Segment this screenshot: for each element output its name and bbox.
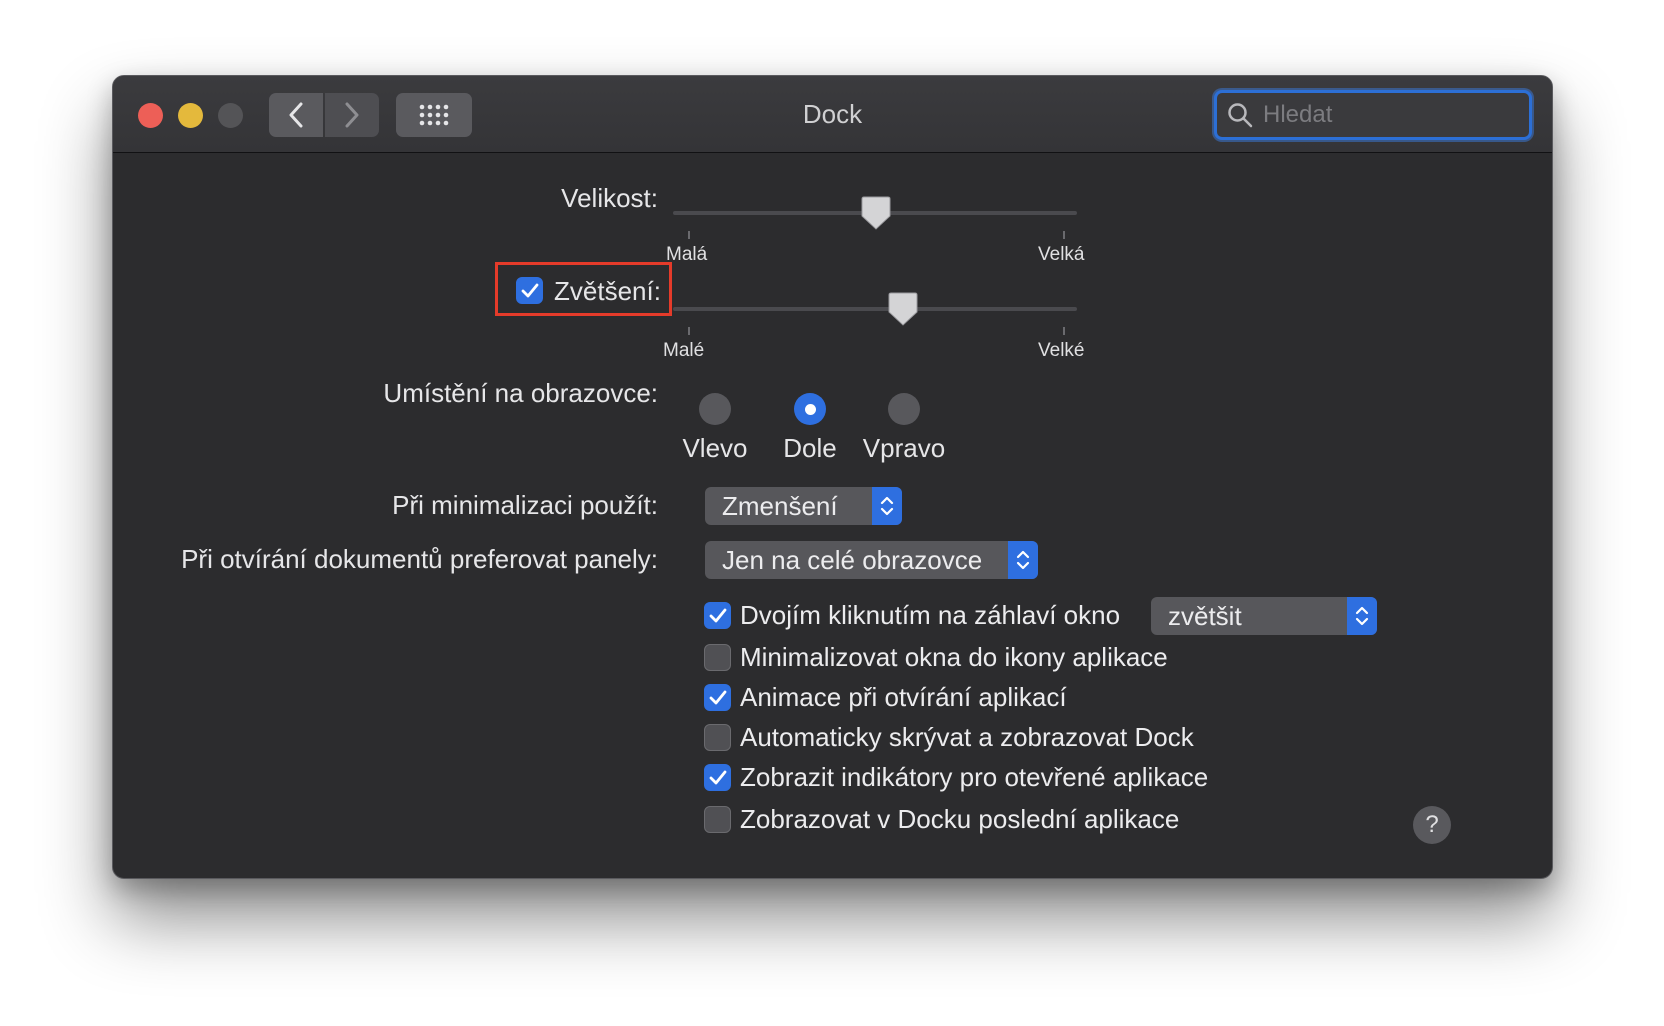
position-bottom-label: Dole <box>783 433 837 463</box>
show-indicators-checkbox[interactable] <box>704 764 731 791</box>
checkmark-icon <box>709 608 726 622</box>
magnification-max-label: Velké <box>1038 340 1085 361</box>
size-slider-thumb[interactable] <box>861 196 891 230</box>
size-max-label: Velká <box>1038 244 1085 265</box>
magnification-tick-min <box>688 327 690 335</box>
animate-opening-label: Animace při otvírání aplikací <box>740 682 1067 712</box>
position-left-radio[interactable] <box>699 393 731 425</box>
tabs-preference-popup[interactable]: Jen na celé obrazovce <box>705 541 1038 579</box>
title-bar: Dock <box>113 76 1552 153</box>
preferences-window: Dock Velikost: Malá Velká Zvětšení: Malé… <box>112 75 1553 879</box>
position-right-radio[interactable] <box>888 393 920 425</box>
minimize-effect-value: Zmenšení <box>722 491 838 521</box>
size-tick-max <box>1063 231 1065 239</box>
show-recent-apps-checkbox[interactable] <box>704 806 731 833</box>
magnification-label: Zvětšení: <box>554 276 661 306</box>
position-bottom-radio[interactable] <box>794 393 826 425</box>
search-field[interactable] <box>1214 90 1532 140</box>
minimize-effect-stepper <box>872 487 902 525</box>
position-right-label: Vpravo <box>862 433 946 463</box>
magnification-slider-track[interactable] <box>673 307 1077 311</box>
minimize-to-app-label: Minimalizovat okna do ikony aplikace <box>740 642 1168 672</box>
double-click-label: Dvojím kliknutím na záhlaví okno <box>740 600 1121 630</box>
search-icon <box>1228 103 1253 128</box>
size-tick-min <box>688 231 690 239</box>
tabs-preference-stepper <box>1008 541 1038 579</box>
checkmark-icon <box>709 690 726 704</box>
minimize-to-app-checkbox[interactable] <box>704 644 731 671</box>
show-indicators-label: Zobrazit indikátory pro otevřené aplikac… <box>740 762 1209 792</box>
size-label: Velikost: <box>561 183 658 213</box>
size-min-label: Malá <box>666 244 708 265</box>
up-down-arrows-icon <box>880 496 894 516</box>
autohide-dock-label: Automaticky skrývat a zobrazovat Dock <box>740 722 1194 752</box>
double-click-checkbox[interactable] <box>704 602 731 629</box>
autohide-dock-checkbox[interactable] <box>704 724 731 751</box>
magnification-tick-max <box>1063 327 1065 335</box>
show-recent-apps-label: Zobrazovat v Docku poslední aplikace <box>740 804 1180 834</box>
double-click-action-stepper <box>1347 597 1377 635</box>
magnification-slider-thumb[interactable] <box>888 292 918 326</box>
position-left-label: Vlevo <box>682 433 748 463</box>
tabs-preference-value: Jen na celé obrazovce <box>722 545 983 575</box>
search-input[interactable] <box>1261 100 1511 130</box>
up-down-arrows-icon <box>1355 606 1369 626</box>
magnification-min-label: Malé <box>663 340 705 361</box>
checkmark-icon <box>709 770 726 784</box>
minimize-label: Při minimalizaci použít: <box>392 490 658 520</box>
tabs-label: Při otvírání dokumentů preferovat panely… <box>181 544 658 574</box>
double-click-action-popup[interactable]: zvětšit <box>1151 597 1377 635</box>
magnification-checkbox[interactable] <box>516 277 543 304</box>
up-down-arrows-icon <box>1016 550 1030 570</box>
position-label: Umístění na obrazovce: <box>383 378 658 408</box>
checkmark-icon <box>521 283 538 297</box>
help-button[interactable]: ? <box>1413 806 1451 844</box>
animate-opening-checkbox[interactable] <box>704 684 731 711</box>
double-click-action-value: zvětšit <box>1168 601 1242 631</box>
minimize-effect-popup[interactable]: Zmenšení <box>705 487 902 525</box>
